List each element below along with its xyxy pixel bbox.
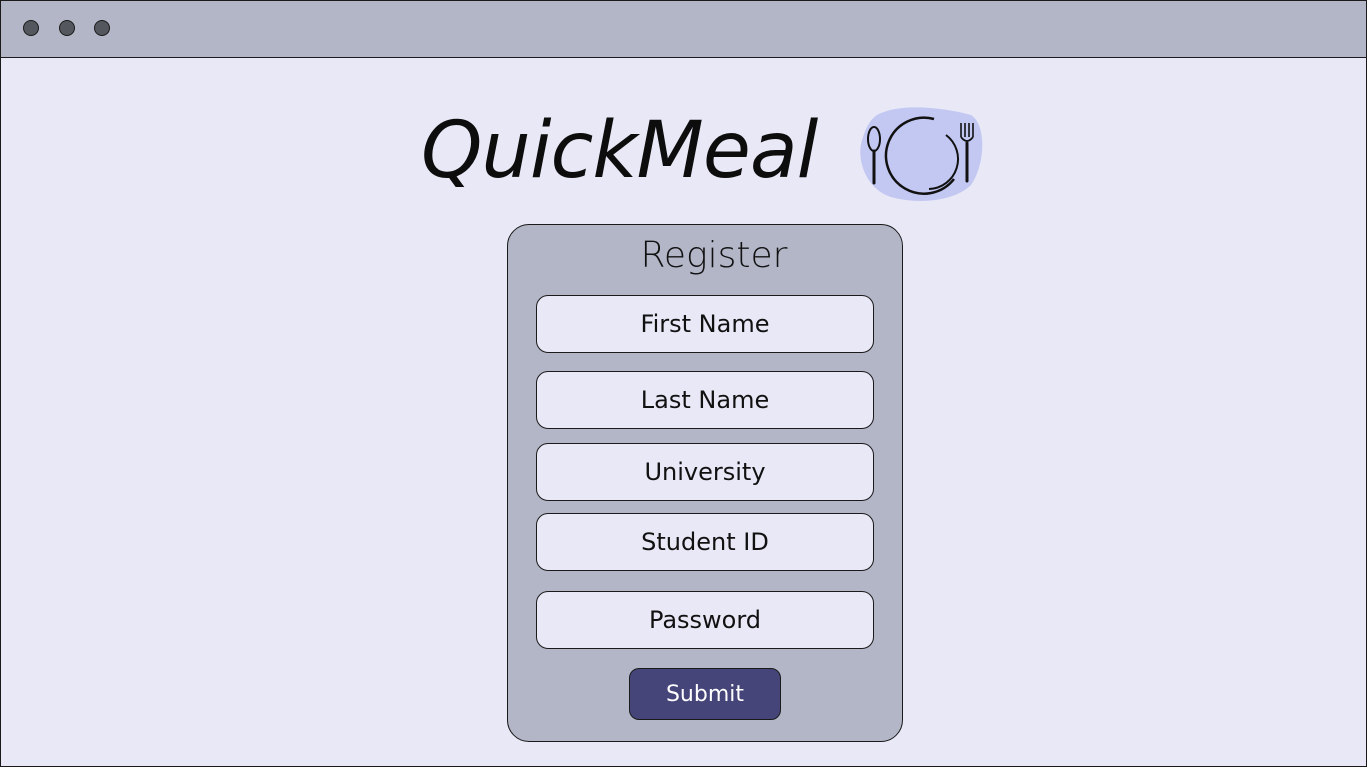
plate-with-spoon-and-fork-icon: [859, 105, 987, 205]
password-field[interactable]: Password: [536, 591, 874, 649]
window-control-dot[interactable]: [59, 20, 75, 36]
app-title: QuickMeal: [421, 106, 818, 196]
logo-blob: [860, 107, 983, 201]
submit-button[interactable]: Submit: [629, 668, 781, 720]
register-title: Register: [640, 235, 788, 276]
app-window: QuickMeal Register First Name Last Name …: [0, 0, 1367, 767]
brand-header: QuickMeal: [421, 103, 818, 199]
logo-svg: [860, 107, 983, 201]
register-panel: Register First Name Last Name University…: [507, 224, 903, 742]
last-name-field[interactable]: Last Name: [536, 371, 874, 429]
university-field[interactable]: University: [536, 443, 874, 501]
window-control-dot[interactable]: [94, 20, 110, 36]
student-id-field[interactable]: Student ID: [536, 513, 874, 571]
window-titlebar: [1, 1, 1366, 58]
window-control-dot[interactable]: [23, 20, 39, 36]
first-name-field[interactable]: First Name: [536, 295, 874, 353]
